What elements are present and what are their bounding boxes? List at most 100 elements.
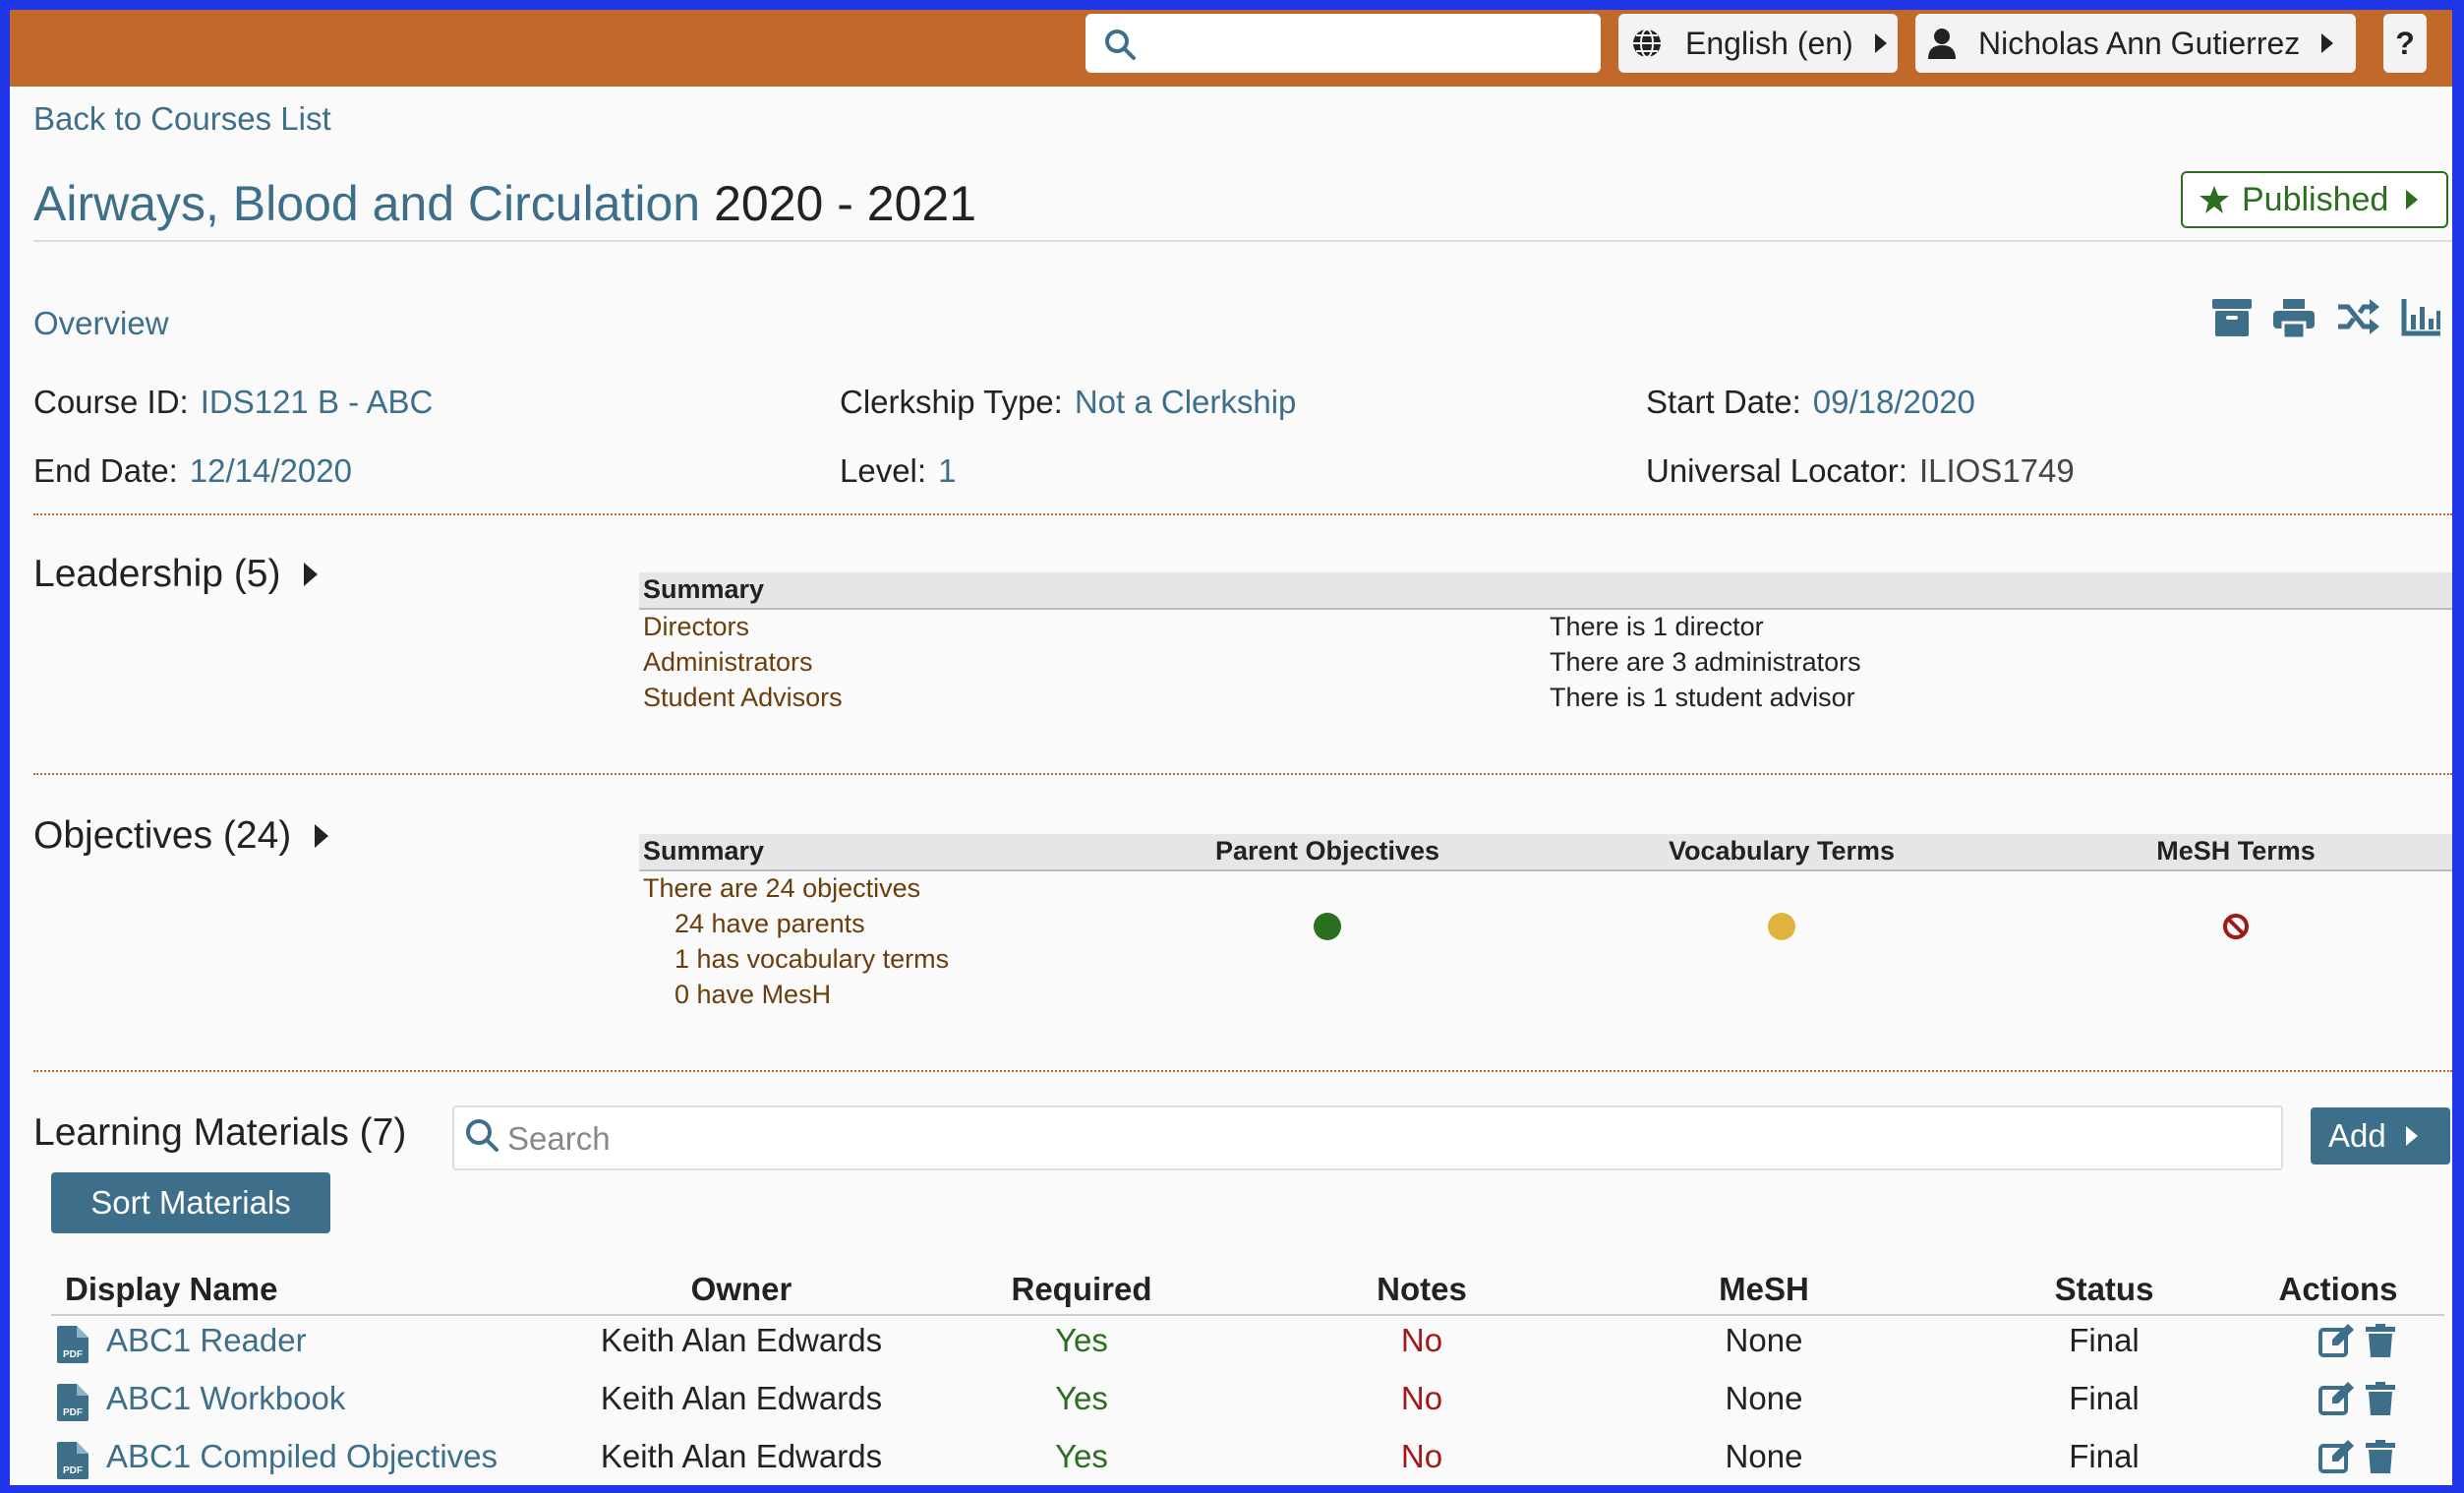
material-name-link[interactable]: ABC1 Reader xyxy=(106,1322,307,1359)
learning-materials-search-input[interactable] xyxy=(505,1115,2259,1163)
row-actions xyxy=(2318,1382,2395,1415)
column-header[interactable]: Status xyxy=(2055,1271,2154,1308)
column-header: Actions xyxy=(2278,1271,2398,1307)
global-search-input[interactable] xyxy=(1085,14,1601,73)
column-header[interactable]: Owner xyxy=(691,1271,792,1308)
archive-icon[interactable] xyxy=(2212,299,2252,338)
pdf-file-icon: PDF xyxy=(57,1442,88,1479)
start-date-field: Start Date: 09/18/2020 xyxy=(1646,384,1975,420)
globe-icon xyxy=(1630,27,1664,60)
table-row: PDF ABC1 Workbook Keith Alan Edwards Yes… xyxy=(51,1374,2444,1432)
learning-materials-search[interactable] xyxy=(452,1105,2283,1170)
material-name-link[interactable]: ABC1 Workbook xyxy=(106,1380,345,1417)
caret-right-icon xyxy=(304,563,319,586)
star-icon xyxy=(2199,185,2230,214)
add-material-button[interactable]: Add xyxy=(2311,1107,2450,1165)
svg-text:PDF: PDF xyxy=(63,1465,83,1476)
help-button[interactable]: ? xyxy=(2383,14,2427,73)
clerkship-value[interactable]: Not a Clerkship xyxy=(1075,384,1297,420)
table-header: Summary Parent Objectives Vocabulary Ter… xyxy=(639,834,2452,871)
universal-locator-field: Universal Locator: ILIOS1749 xyxy=(1646,452,2075,489)
caret-right-icon xyxy=(2405,1126,2418,1146)
column-header[interactable]: MeSH xyxy=(1719,1271,1809,1308)
rollover-icon[interactable] xyxy=(2336,299,2379,338)
pdf-file-icon: PDF xyxy=(57,1384,88,1421)
learning-materials-heading: Learning Materials (7) xyxy=(33,1111,407,1154)
ban-icon xyxy=(2222,913,2250,940)
edit-icon[interactable] xyxy=(2318,1382,2354,1415)
table-row: PDF ABC1 Reader Keith Alan Edwards Yes N… xyxy=(51,1316,2444,1374)
caret-right-icon xyxy=(315,824,329,848)
column-header[interactable]: Required xyxy=(1011,1271,1151,1308)
objective-summary-line: There are 24 objectives xyxy=(643,873,921,903)
universal-locator-value: ILIOS1749 xyxy=(1918,452,2075,489)
trash-icon[interactable] xyxy=(2366,1324,2395,1357)
leadership-row: Administrators There are 3 administrators xyxy=(643,647,1861,677)
search-icon xyxy=(466,1119,499,1152)
material-name-link[interactable]: ABC1 Compiled Objectives xyxy=(106,1438,498,1475)
leadership-row: Directors There is 1 director xyxy=(643,612,1764,641)
print-icon[interactable] xyxy=(2273,299,2315,338)
vocabulary-status-dot xyxy=(1768,913,1795,940)
column-header[interactable]: Notes xyxy=(1377,1271,1467,1308)
edit-icon[interactable] xyxy=(2318,1324,2354,1357)
leadership-heading: Leadership (5) xyxy=(33,553,281,595)
title-divider xyxy=(33,240,2452,242)
pdf-file-icon: PDF xyxy=(57,1326,88,1363)
trash-icon[interactable] xyxy=(2366,1382,2395,1415)
course-title[interactable]: Airways, Blood and Circulation xyxy=(33,176,700,231)
svg-text:PDF: PDF xyxy=(63,1349,83,1360)
leadership-toggle[interactable]: Leadership (5) xyxy=(33,553,319,596)
course-year: 2020 - 2021 xyxy=(714,176,977,231)
row-actions xyxy=(2318,1440,2395,1473)
chart-icon[interactable] xyxy=(2401,299,2440,338)
course-id-field: Course ID: IDS121 B - ABC xyxy=(33,384,434,420)
overview-toolbar xyxy=(2212,299,2440,338)
caret-right-icon xyxy=(2321,33,2334,53)
language-label: English (en) xyxy=(1685,25,1853,61)
search-icon xyxy=(1105,30,1136,60)
publish-status-label: Published xyxy=(2242,180,2389,218)
overview-heading-link[interactable]: Overview xyxy=(33,305,169,342)
start-date-value[interactable]: 09/18/2020 xyxy=(1813,384,1975,420)
table-header: Display Name Owner Required Notes MeSH S… xyxy=(51,1265,2444,1316)
trash-icon[interactable] xyxy=(2366,1440,2395,1473)
end-date-value[interactable]: 12/14/2020 xyxy=(190,452,352,489)
svg-text:PDF: PDF xyxy=(63,1407,83,1418)
user-name: Nicholas Ann Gutierrez xyxy=(1978,25,2301,61)
row-actions xyxy=(2318,1324,2395,1357)
course-id-value[interactable]: IDS121 B - ABC xyxy=(201,384,434,420)
caret-right-icon xyxy=(2406,190,2419,209)
objective-summary-line: 1 has vocabulary terms xyxy=(675,944,950,974)
level-field: Level: 1 xyxy=(840,452,957,489)
back-to-courses-link[interactable]: Back to Courses List xyxy=(33,100,331,138)
level-value[interactable]: 1 xyxy=(938,452,956,489)
column-header[interactable]: Display Name xyxy=(65,1271,277,1308)
language-menu-button[interactable]: English (en) xyxy=(1618,14,1898,73)
section-divider xyxy=(33,1070,2452,1072)
parents-status-dot xyxy=(1314,913,1341,940)
table-header: Summary xyxy=(639,572,2452,610)
objectives-toggle[interactable]: Objectives (24) xyxy=(33,814,329,858)
leadership-summary-table: Summary Directors There is 1 director Adm… xyxy=(639,572,2452,716)
publish-status-button[interactable]: Published xyxy=(2181,171,2448,228)
caret-right-icon xyxy=(1874,33,1887,53)
objective-summary-line: 0 have MesH xyxy=(675,980,832,1009)
clerkship-field: Clerkship Type: Not a Clerkship xyxy=(840,384,1297,420)
page-title: Airways, Blood and Circulation 2020 - 202… xyxy=(33,175,976,232)
table-row: PDF ABC1 Compiled Objectives Keith Alan … xyxy=(51,1432,2444,1485)
edit-icon[interactable] xyxy=(2318,1440,2354,1473)
objectives-heading: Objectives (24) xyxy=(33,814,292,857)
objectives-summary-table: Summary Parent Objectives Vocabulary Ter… xyxy=(639,834,2452,1013)
sort-materials-button[interactable]: Sort Materials xyxy=(51,1172,330,1233)
learning-materials-table: Display Name Owner Required Notes MeSH S… xyxy=(51,1265,2444,1485)
objective-summary-line: 24 have parents xyxy=(639,907,2452,942)
section-divider xyxy=(33,513,2452,515)
app-frame: English (en) Nicholas Ann Gutierrez ? Ba… xyxy=(10,10,2452,1485)
end-date-field: End Date: 12/14/2020 xyxy=(33,452,352,489)
section-divider xyxy=(33,773,2452,775)
leadership-row: Student Advisors There is 1 student advis… xyxy=(643,683,1855,712)
user-menu-button[interactable]: Nicholas Ann Gutierrez xyxy=(1915,14,2356,73)
user-icon xyxy=(1927,28,1957,59)
top-bar: English (en) Nicholas Ann Gutierrez ? xyxy=(10,10,2452,87)
